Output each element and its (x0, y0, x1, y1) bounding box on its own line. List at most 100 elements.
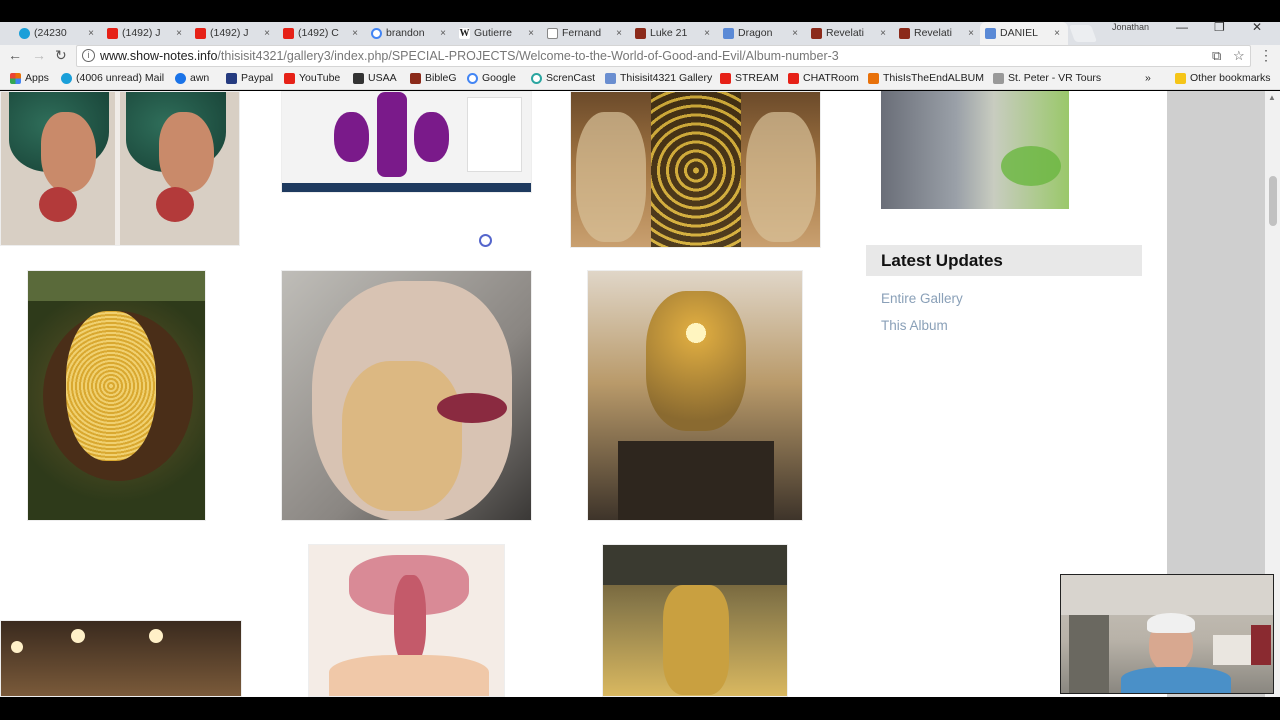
gallery-thumbnail[interactable] (281, 91, 532, 193)
tab-close-icon[interactable]: × (88, 22, 94, 45)
reload-icon[interactable]: ↻ (55, 47, 67, 64)
bookmark-bibleg[interactable]: BibleG (410, 72, 457, 84)
mail-icon (61, 73, 72, 84)
tab-close-icon[interactable]: × (704, 22, 710, 45)
tab-title: (1492) C (298, 27, 339, 39)
bookmark-label: Other bookmarks (1190, 72, 1271, 84)
gallery-thumbnail[interactable] (27, 270, 206, 521)
tab-title: brandon (386, 27, 425, 39)
tab-close-icon[interactable]: × (176, 22, 182, 45)
forward-arrow-icon[interactable]: → (32, 47, 46, 63)
paypal-icon (226, 73, 237, 84)
tab-close-icon[interactable]: × (616, 22, 622, 45)
new-tab-button[interactable] (1068, 25, 1098, 42)
bookmark-usaa[interactable]: USAA (353, 72, 397, 84)
this-album-link[interactable]: This Album (881, 318, 948, 333)
folder-icon (1175, 73, 1186, 84)
bookmark-label: USAA (368, 72, 397, 84)
tab-12-active[interactable]: DANIEL × (980, 22, 1068, 45)
tab-6[interactable]: W Gutierre × (454, 22, 542, 45)
tab-close-icon[interactable]: × (528, 22, 534, 45)
bookmark-label: awn (190, 72, 210, 84)
bookmark-youtube[interactable]: YouTube (284, 72, 340, 84)
gallery-thumbnail[interactable] (0, 91, 240, 246)
bookmark-label: ScrenCast (546, 72, 596, 84)
tab-close-icon[interactable]: × (1054, 22, 1060, 45)
bookmark-gallery[interactable]: Thisisit4321 Gallery (605, 72, 712, 84)
profile-name[interactable]: Jonathan (1112, 22, 1149, 32)
restore-button[interactable]: ❐ (1214, 20, 1225, 34)
bookmark-vr-tours[interactable]: St. Peter - VR Tours (993, 72, 1101, 84)
bookmark-stream[interactable]: STREAM (720, 72, 779, 84)
bookmark-star-icon[interactable]: ☆ (1233, 48, 1245, 64)
tab-title: Dragon (738, 27, 773, 39)
bookmark-apps[interactable]: Apps (10, 72, 49, 84)
document-favicon-icon (547, 28, 558, 39)
scroll-up-icon[interactable]: ▲ (1268, 93, 1276, 102)
tab-5[interactable]: brandon × (366, 22, 454, 45)
bible-favicon-icon (811, 28, 822, 39)
globe-icon (175, 73, 186, 84)
screencast-icon (531, 73, 542, 84)
sidebar-thumbnail[interactable] (881, 91, 1069, 209)
bookmark-google[interactable]: Google (467, 72, 516, 84)
bookmark-label: CHATRoom (803, 72, 859, 84)
gallery-thumbnail[interactable] (281, 270, 532, 521)
minimize-button[interactable]: — (1176, 20, 1188, 34)
back-arrow-icon[interactable]: ← (8, 47, 22, 63)
tab-close-icon[interactable]: × (264, 22, 270, 45)
bookmark-mail[interactable]: (4006 unread) Mail (61, 72, 164, 84)
entire-gallery-link[interactable]: Entire Gallery (881, 291, 963, 306)
address-bar[interactable]: i www.show-notes.info/thisisit4321/galle… (76, 45, 1251, 67)
tab-11[interactable]: Revelati × (894, 22, 982, 45)
gallery-thumbnail[interactable] (587, 270, 803, 521)
tab-8[interactable]: Luke 21 × (630, 22, 718, 45)
usaa-icon (353, 73, 364, 84)
bookmark-album[interactable]: ThisIsTheEndALBUM (868, 72, 984, 84)
tab-close-icon[interactable]: × (352, 22, 358, 45)
tab-title: Revelati (914, 27, 952, 39)
tab-title: Fernand (562, 27, 602, 39)
tab-close-icon[interactable]: × (792, 22, 798, 45)
url-path: /thisisit4321/gallery3/index.php/SPECIAL… (217, 49, 839, 63)
bookmarks-bar: Apps (4006 unread) Mail awn Paypal YouTu… (0, 69, 1280, 90)
tab-title: DANIEL (1000, 27, 1038, 39)
tab-3[interactable]: (1492) J × (190, 22, 278, 45)
other-bookmarks[interactable]: Other bookmarks (1175, 72, 1271, 84)
bookmark-paypal[interactable]: Paypal (226, 72, 273, 84)
youtube-favicon-icon (107, 28, 118, 39)
translate-icon[interactable]: ⧉ (1212, 48, 1221, 64)
tab-close-icon[interactable]: × (440, 22, 446, 45)
tab-close-icon[interactable]: × (880, 22, 886, 45)
bookmark-awn[interactable]: awn (175, 72, 209, 84)
gallery-thumbnail[interactable] (308, 544, 505, 697)
bookmark-screncast[interactable]: ScrenCast (531, 72, 595, 84)
gallery-page: Latest Updates Entire Gallery This Album (0, 91, 1167, 697)
tab-title: Gutierre (474, 27, 512, 39)
tab-7[interactable]: Fernand × (542, 22, 630, 45)
gallery-thumbnail[interactable] (570, 91, 821, 248)
tab-4[interactable]: (1492) C × (278, 22, 366, 45)
browser-toolbar: ← → ↻ i www.show-notes.info/thisisit4321… (0, 45, 1280, 69)
bookmarks-overflow-icon[interactable]: » (1130, 72, 1151, 84)
bookmark-chatroom[interactable]: CHATRoom (788, 72, 859, 84)
tab-1[interactable]: (24230 × (14, 22, 102, 45)
tab-title: Luke 21 (650, 27, 688, 39)
gallery-thumbnail[interactable] (0, 620, 242, 697)
mail-favicon-icon (19, 28, 30, 39)
wikipedia-favicon-icon: W (459, 28, 470, 39)
scrollbar-thumb[interactable] (1269, 176, 1277, 226)
tab-9[interactable]: Dragon × (718, 22, 806, 45)
url-text: www.show-notes.info/thisisit4321/gallery… (100, 49, 839, 63)
window-close-button[interactable]: ✕ (1252, 20, 1262, 34)
tab-10[interactable]: Revelati × (806, 22, 894, 45)
letterbox-bar (0, 697, 1280, 720)
tab-close-icon[interactable]: × (968, 22, 974, 45)
browser-menu-icon[interactable]: ⋮ (1259, 47, 1273, 64)
gallery-thumbnail[interactable] (602, 544, 788, 697)
bookmark-label: (4006 unread) Mail (76, 72, 165, 84)
bookmark-label: ThisIsTheEndALBUM (883, 72, 984, 84)
info-icon[interactable]: i (82, 49, 95, 62)
tab-2[interactable]: (1492) J × (102, 22, 190, 45)
bookmark-label: YouTube (299, 72, 341, 84)
